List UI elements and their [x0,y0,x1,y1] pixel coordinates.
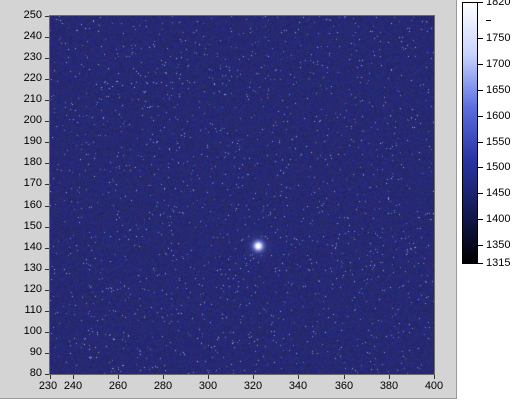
color-scale-label: 1650 [486,84,511,96]
intensity-image [50,16,434,374]
x-tick-mark [253,375,254,379]
y-tick-label: 190 [23,135,42,147]
y-tick-mark [45,58,49,59]
y-tick-mark [45,16,49,17]
color-scale-label: 1750 [486,32,511,44]
y-tick-label: 220 [23,72,42,84]
x-tick-label: 260 [108,380,128,392]
y-tick-mark [45,206,49,207]
color-scale-label: 1550 [486,136,511,148]
x-tick-label: 300 [198,380,218,392]
intensity-graph-panel: 250 240 230 220 210 200 190 180 170 160 150 140 130 1… [0,0,457,399]
color-scale-tick [478,167,483,168]
color-scale-label: 1400 [486,213,511,225]
y-tick-label: 120 [23,283,42,295]
y-tick-label: 140 [23,241,42,253]
y-tick-mark [45,184,49,185]
y-tick-label: 250 [23,9,42,21]
x-tick-mark [434,375,435,379]
y-tick-mark [45,121,49,122]
x-tick-label: 360 [334,380,354,392]
y-tick-label: 100 [23,325,42,337]
color-scale-label: 1700 [486,58,511,70]
color-scale-label: 1350 [486,239,511,251]
y-tick-mark [45,227,49,228]
y-tick-mark [45,248,49,249]
y-tick-mark [45,163,49,164]
y-tick-mark [45,37,49,38]
x-tick-label: 400 [424,380,444,392]
color-scale-label: 1450 [486,187,511,199]
x-tick-label: 240 [63,380,83,392]
y-tick-label: 110 [24,304,42,316]
y-tick-label: 80 [29,367,42,379]
color-scale-tick [478,2,483,3]
color-scale: 1820 1750 1700 1650 1600 1550 1500 1450 1400 1350… [462,0,514,403]
y-tick-mark [45,332,49,333]
color-scale-tick [478,263,483,264]
x-tick-label: 280 [153,380,173,392]
x-tick-mark [208,375,209,379]
color-scale-tick [478,116,483,117]
y-tick-mark [45,100,49,101]
color-scale-label: 1820 [486,0,511,8]
x-tick-mark [163,375,164,379]
x-tick-mark [73,375,74,379]
color-scale-tick [478,38,483,39]
x-tick-label: 340 [288,380,308,392]
y-tick-mark [45,311,49,312]
y-tick-mark [45,79,49,80]
y-tick-label: 180 [23,156,42,168]
y-tick-mark [45,290,49,291]
y-tick-label: 150 [23,220,42,232]
color-scale-label: 1600 [486,110,511,122]
y-tick-label: 90 [29,346,42,358]
y-tick-label: 210 [23,93,42,105]
color-scale-label: 1500 [486,161,511,173]
y-tick-label: 240 [23,30,42,42]
color-scale-tick [478,245,483,246]
x-tick-mark [389,375,390,379]
color-scale-tick [478,193,483,194]
x-tick-mark [344,375,345,379]
y-tick-label: 200 [23,114,42,126]
y-tick-mark [45,269,49,270]
y-tick-mark [45,374,49,375]
x-tick-mark [298,375,299,379]
color-scale-minor-tick [486,20,491,21]
y-tick-mark [45,353,49,354]
y-tick-label: 170 [23,177,42,189]
color-scale-tick [478,142,483,143]
x-tick-mark [50,375,51,379]
x-tick-label: 320 [243,380,263,392]
color-scale-label: 1315 [486,257,511,269]
x-tick-label: 380 [379,380,399,392]
color-scale-tick [478,90,483,91]
y-tick-label: 230 [23,51,42,63]
color-scale-ramp[interactable] [462,2,478,264]
color-scale-tick [478,219,483,220]
y-tick-mark [45,142,49,143]
color-scale-tick [478,64,483,65]
x-tick-mark [118,375,119,379]
y-tick-label: 160 [23,199,42,211]
y-tick-label: 130 [23,262,42,274]
intensity-plot-area[interactable] [49,15,435,375]
